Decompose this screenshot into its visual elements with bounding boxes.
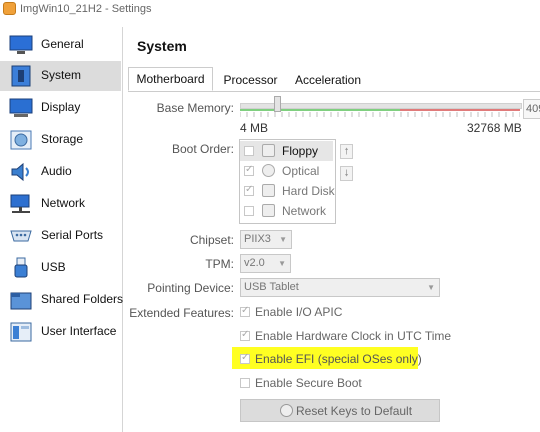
sidebar-item-shared-folders[interactable]: Shared Folders	[0, 285, 124, 315]
boot-checkbox[interactable]	[244, 206, 254, 216]
title-bar: ImgWin10_21H2 - Settings	[0, 0, 540, 20]
sidebar-item-usb[interactable]: USB	[0, 253, 121, 283]
efi-checkbox[interactable]: ✓ Enable EFI (special OSes only)	[240, 351, 460, 369]
floppy-icon	[262, 144, 275, 157]
chevron-down-icon: ▼	[279, 235, 287, 244]
boot-item-hard-disk[interactable]: ✓ Hard Disk	[240, 181, 335, 201]
sidebar-item-label: Shared Folders	[41, 292, 124, 306]
slider-warning-range	[400, 109, 520, 111]
checkbox-label: Enable I/O APIC	[255, 305, 343, 319]
optical-disc-icon	[262, 164, 275, 177]
tab-bar: Motherboard Processor Acceleration	[128, 67, 540, 92]
boot-item-label: Hard Disk	[282, 184, 335, 198]
base-memory-slider-handle[interactable]	[274, 96, 281, 112]
boot-order-list: Floppy ✓ Optical ✓ Hard Disk Network	[239, 139, 336, 224]
pointing-device-select[interactable]: USB Tablet ▼	[240, 278, 440, 297]
boot-item-label: Floppy	[282, 144, 319, 158]
chipset-label: Chipset:	[189, 233, 234, 247]
pointing-device-value: USB Tablet	[244, 281, 299, 293]
io-apic-checkbox[interactable]: ✓ Enable I/O APIC	[240, 304, 460, 322]
secure-boot-checkbox[interactable]: Enable Secure Boot	[240, 375, 460, 393]
boot-item-label: Optical	[282, 164, 320, 178]
usb-icon	[14, 257, 28, 278]
system-chip-icon	[11, 65, 31, 87]
boot-item-floppy[interactable]: Floppy	[240, 141, 333, 161]
chipset-select[interactable]: PIIX3 ▼	[240, 230, 292, 249]
boot-order-label: Boot Order:	[171, 142, 234, 156]
chevron-down-icon: ▼	[427, 283, 435, 292]
utc-clock-checkbox[interactable]: ✓ Enable Hardware Clock in UTC Time	[240, 328, 460, 346]
reset-icon	[280, 404, 293, 417]
sidebar-item-label: System	[41, 68, 82, 82]
boot-item-network[interactable]: Network	[240, 201, 333, 221]
speaker-icon	[11, 162, 29, 182]
network-boot-icon	[262, 204, 275, 217]
checkbox-label: Enable EFI (special OSes only)	[255, 352, 422, 366]
checkbox-label: Enable Secure Boot	[255, 376, 362, 390]
display-icon	[9, 98, 33, 117]
sidebar-item-user-interface[interactable]: User Interface	[0, 317, 121, 347]
checkbox-label: Enable Hardware Clock in UTC Time	[255, 329, 452, 343]
slider-safe-range	[240, 109, 400, 111]
sidebar-item-label: General	[41, 37, 84, 51]
sidebar-item-storage[interactable]: Storage	[0, 125, 121, 155]
boot-checkbox[interactable]: ✓	[244, 184, 254, 196]
settings-main-panel: System Motherboard Processor Acceleratio…	[123, 20, 540, 432]
memory-min-label: 4 MB	[240, 121, 269, 135]
sidebar-item-audio[interactable]: Audio	[0, 157, 121, 187]
storage-disc-icon	[10, 130, 32, 150]
sidebar-item-system[interactable]: System	[0, 61, 121, 91]
virtualbox-app-icon	[3, 2, 16, 15]
sidebar-item-label: User Interface	[41, 324, 117, 338]
tab-motherboard[interactable]: Motherboard	[128, 67, 213, 91]
page-title: System	[137, 38, 187, 54]
hard-disk-icon	[262, 184, 275, 197]
checkbox[interactable]: ✓	[240, 329, 250, 341]
sidebar-item-label: Audio	[41, 164, 72, 178]
tpm-label: TPM:	[205, 257, 234, 271]
network-icon	[10, 194, 30, 213]
extended-features-label: Extended Features:	[129, 306, 234, 320]
tpm-value: v2.0	[244, 257, 265, 269]
move-down-button[interactable]: 🠗	[340, 166, 353, 181]
settings-sidebar: General System Display Storage Audio Net…	[0, 27, 123, 432]
folder-icon	[10, 292, 32, 310]
sidebar-item-display[interactable]: Display	[0, 93, 121, 123]
reset-keys-button[interactable]: Reset Keys to Default	[240, 399, 440, 422]
sidebar-item-network[interactable]: Network	[0, 189, 121, 219]
sidebar-item-label: Network	[41, 196, 86, 210]
user-interface-icon	[10, 322, 32, 342]
serial-port-icon	[10, 230, 32, 242]
boot-checkbox[interactable]: ✓	[244, 164, 254, 176]
pointing-device-label: Pointing Device:	[147, 281, 234, 295]
move-up-button[interactable]: 🠕	[340, 144, 353, 159]
sidebar-item-label: Display	[41, 100, 81, 114]
chevron-down-icon: ▼	[278, 259, 286, 268]
slider-ticks	[240, 112, 520, 117]
boot-item-optical[interactable]: ✓ Optical	[240, 161, 333, 181]
sidebar-item-general[interactable]: General	[0, 30, 121, 60]
checkbox[interactable]: ✓	[240, 305, 250, 317]
sidebar-item-label: USB	[41, 260, 66, 274]
checkbox[interactable]	[240, 378, 250, 388]
tab-processor[interactable]: Processor	[218, 70, 283, 90]
window-title: ImgWin10_21H2 - Settings	[20, 3, 152, 15]
reset-keys-label: Reset Keys to Default	[296, 404, 413, 418]
memory-max-label: 32768 MB	[467, 121, 522, 135]
monitor-general-icon	[9, 35, 33, 54]
chipset-value: PIIX3	[244, 233, 271, 245]
boot-checkbox[interactable]	[244, 146, 254, 156]
tpm-select[interactable]: v2.0 ▼	[240, 254, 291, 273]
sidebar-item-serial-ports[interactable]: Serial Ports	[0, 221, 121, 251]
tab-acceleration[interactable]: Acceleration	[288, 70, 368, 90]
base-memory-label: Base Memory:	[156, 101, 234, 115]
sidebar-item-label: Serial Ports	[41, 228, 104, 242]
boot-item-label: Network	[282, 204, 327, 218]
sidebar-item-label: Storage	[41, 132, 84, 146]
base-memory-input[interactable]: 409	[523, 99, 540, 119]
checkbox[interactable]: ✓	[240, 352, 250, 364]
